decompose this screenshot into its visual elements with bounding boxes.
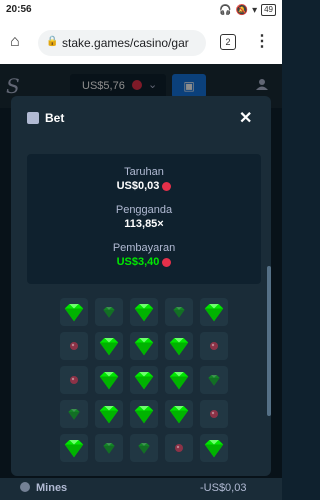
wifi-icon: ▾ [252, 4, 258, 16]
mine-icon [210, 410, 218, 418]
gem-icon [173, 307, 185, 318]
bet-modal: Bet ✕ Taruhan US$0,03 Pengganda 113,85× … [11, 96, 271, 476]
gem-icon [99, 371, 119, 390]
currency-icon [162, 181, 172, 191]
grid-tile-gem[interactable] [200, 434, 228, 462]
tab-switcher-button[interactable]: 2 [220, 34, 236, 50]
grid-tile-gem[interactable] [165, 366, 193, 394]
grid-tile-mine[interactable] [60, 366, 88, 394]
grid-tile-gem-dim[interactable] [95, 298, 123, 326]
gem-icon [134, 303, 154, 322]
mine-icon [70, 342, 78, 350]
bet-details: Taruhan US$0,03 Pengganda 113,85× Pembay… [27, 154, 261, 284]
gem-icon [68, 409, 80, 420]
close-button[interactable]: ✕ [239, 108, 252, 128]
bet-slip-icon [27, 112, 39, 124]
grid-tile-gem-dim[interactable] [130, 434, 158, 462]
gem-icon [134, 405, 154, 424]
grid-tile-gem-dim[interactable] [95, 434, 123, 462]
bomb-icon [20, 482, 30, 492]
browser-toolbar: ⌂ 🔒 stake.games/casino/gar 2 ⋮ [0, 22, 282, 65]
gem-icon [64, 303, 84, 322]
gem-icon [208, 375, 220, 386]
url-text: stake.games/casino/gar [62, 36, 189, 50]
grid-tile-gem-dim[interactable] [200, 366, 228, 394]
grid-tile-mine[interactable] [165, 434, 193, 462]
grid-tile-gem-dim[interactable] [60, 400, 88, 428]
headphones-icon: 🎧 [219, 4, 232, 16]
gem-icon [134, 337, 154, 356]
status-time: 20:56 [6, 4, 32, 15]
gem-icon [169, 337, 189, 356]
gem-icon [134, 371, 154, 390]
grid-tile-gem[interactable] [60, 434, 88, 462]
grid-tile-gem[interactable] [95, 332, 123, 360]
gem-icon [99, 405, 119, 424]
gem-icon [103, 443, 115, 454]
currency-icon [162, 257, 172, 267]
payout-label: Pembayaran [112, 242, 176, 254]
gem-icon [204, 303, 224, 322]
payout-value-row: US$3,40 [27, 256, 261, 268]
gem-icon [64, 439, 84, 458]
multiplier-value: 113,85× [124, 218, 164, 230]
mine-icon [70, 376, 78, 384]
address-bar[interactable]: 🔒 stake.games/casino/gar [38, 30, 206, 56]
grid-tile-gem[interactable] [95, 366, 123, 394]
grid-tile-gem[interactable] [130, 400, 158, 428]
grid-tile-gem[interactable] [130, 298, 158, 326]
modal-scrollbar[interactable] [267, 266, 271, 416]
bet-value-row: US$0,03 [27, 180, 261, 192]
gem-icon [169, 371, 189, 390]
bet-value: US$0,03 [116, 180, 160, 192]
lock-icon: 🔒 [46, 36, 59, 47]
grid-tile-gem[interactable] [130, 366, 158, 394]
battery-icon: 49 [261, 4, 276, 16]
home-icon[interactable]: ⌂ [10, 33, 20, 51]
mine-icon [175, 444, 183, 452]
modal-header: Bet ✕ [11, 96, 271, 142]
grid-tile-gem-dim[interactable] [165, 298, 193, 326]
status-icons: 🎧 🔕 ▾ 49 [219, 4, 276, 16]
grid-tile-gem[interactable] [165, 332, 193, 360]
multiplier-label: Pengganda [115, 204, 173, 216]
payout-value: US$3,40 [116, 256, 160, 268]
gem-icon [169, 405, 189, 424]
mute-icon: 🔕 [235, 4, 249, 16]
browser-menu-icon[interactable]: ⋮ [254, 31, 270, 51]
grid-tile-gem[interactable] [165, 400, 193, 428]
mine-icon [210, 342, 218, 350]
bet-history-row: Mines -US$0,03 [0, 478, 282, 500]
bet-label: Taruhan [124, 166, 164, 178]
status-bar: 20:56 🎧 🔕 ▾ 49 [0, 0, 282, 22]
grid-tile-mine[interactable] [60, 332, 88, 360]
gem-icon [204, 439, 224, 458]
grid-tile-gem[interactable] [200, 298, 228, 326]
gem-icon [138, 443, 150, 454]
modal-title: Bet [45, 111, 65, 125]
gem-icon [99, 337, 119, 356]
grid-tile-mine[interactable] [200, 332, 228, 360]
grid-tile-mine[interactable] [200, 400, 228, 428]
game-name[interactable]: Mines [36, 482, 67, 494]
gem-icon [103, 307, 115, 318]
history-amount: -US$0,03 [200, 482, 247, 494]
grid-tile-gem[interactable] [60, 298, 88, 326]
grid-tile-gem[interactable] [95, 400, 123, 428]
grid-tile-gem[interactable] [130, 332, 158, 360]
